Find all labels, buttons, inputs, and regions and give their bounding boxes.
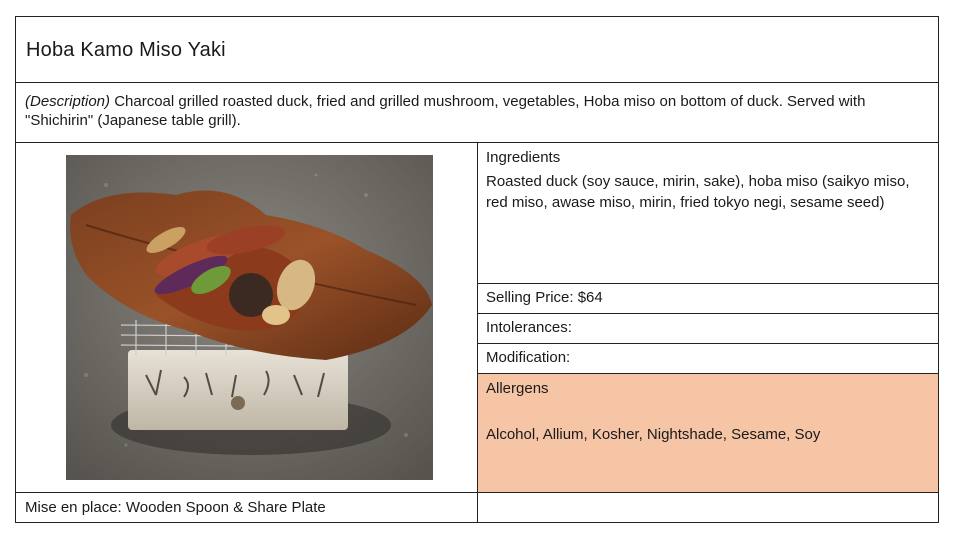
modification-cell: Modification: [478, 344, 938, 374]
modification-label: Modification: [486, 349, 571, 366]
photo-cell [16, 143, 478, 492]
dish-photo-illustration [66, 155, 433, 480]
details-column: Ingredients Roasted duck (soy sauce, mir… [478, 143, 938, 492]
description-row: (Description) Charcoal grilled roasted d… [16, 83, 938, 143]
mise-en-place-row: Mise en place: Wooden Spoon & Share Plat… [16, 492, 938, 522]
description-text: Charcoal grilled roasted duck, fried and… [25, 93, 866, 129]
dish-spec-sheet: Hoba Kamo Miso Yaki (Description) Charco… [15, 16, 939, 523]
intolerances-label: Intolerances: [486, 319, 572, 336]
dish-photo [66, 155, 433, 480]
allergens-label: Allergens [486, 380, 549, 397]
description-label: (Description) [25, 93, 111, 110]
allergens-list: Alcohol, Allium, Kosher, Nightshade, Ses… [486, 426, 821, 443]
allergens-cell: Allergens Alcohol, Allium, Kosher, Night… [478, 374, 938, 492]
selling-price-cell: Selling Price: $64 [478, 284, 938, 314]
selling-price: Selling Price: $64 [486, 289, 603, 306]
title-row: Hoba Kamo Miso Yaki [16, 17, 938, 83]
dish-title: Hoba Kamo Miso Yaki [26, 39, 226, 61]
intolerances-cell: Intolerances: [478, 314, 938, 344]
ingredients-text: Roasted duck (soy sauce, mirin, sake), h… [486, 173, 910, 211]
column-divider [477, 493, 478, 522]
dish-description: (Description) Charcoal grilled roasted d… [25, 92, 905, 130]
mise-en-place: Mise en place: Wooden Spoon & Share Plat… [25, 499, 326, 516]
ingredients-label: Ingredients [486, 149, 561, 166]
ingredients-cell: Ingredients Roasted duck (soy sauce, mir… [478, 143, 938, 284]
